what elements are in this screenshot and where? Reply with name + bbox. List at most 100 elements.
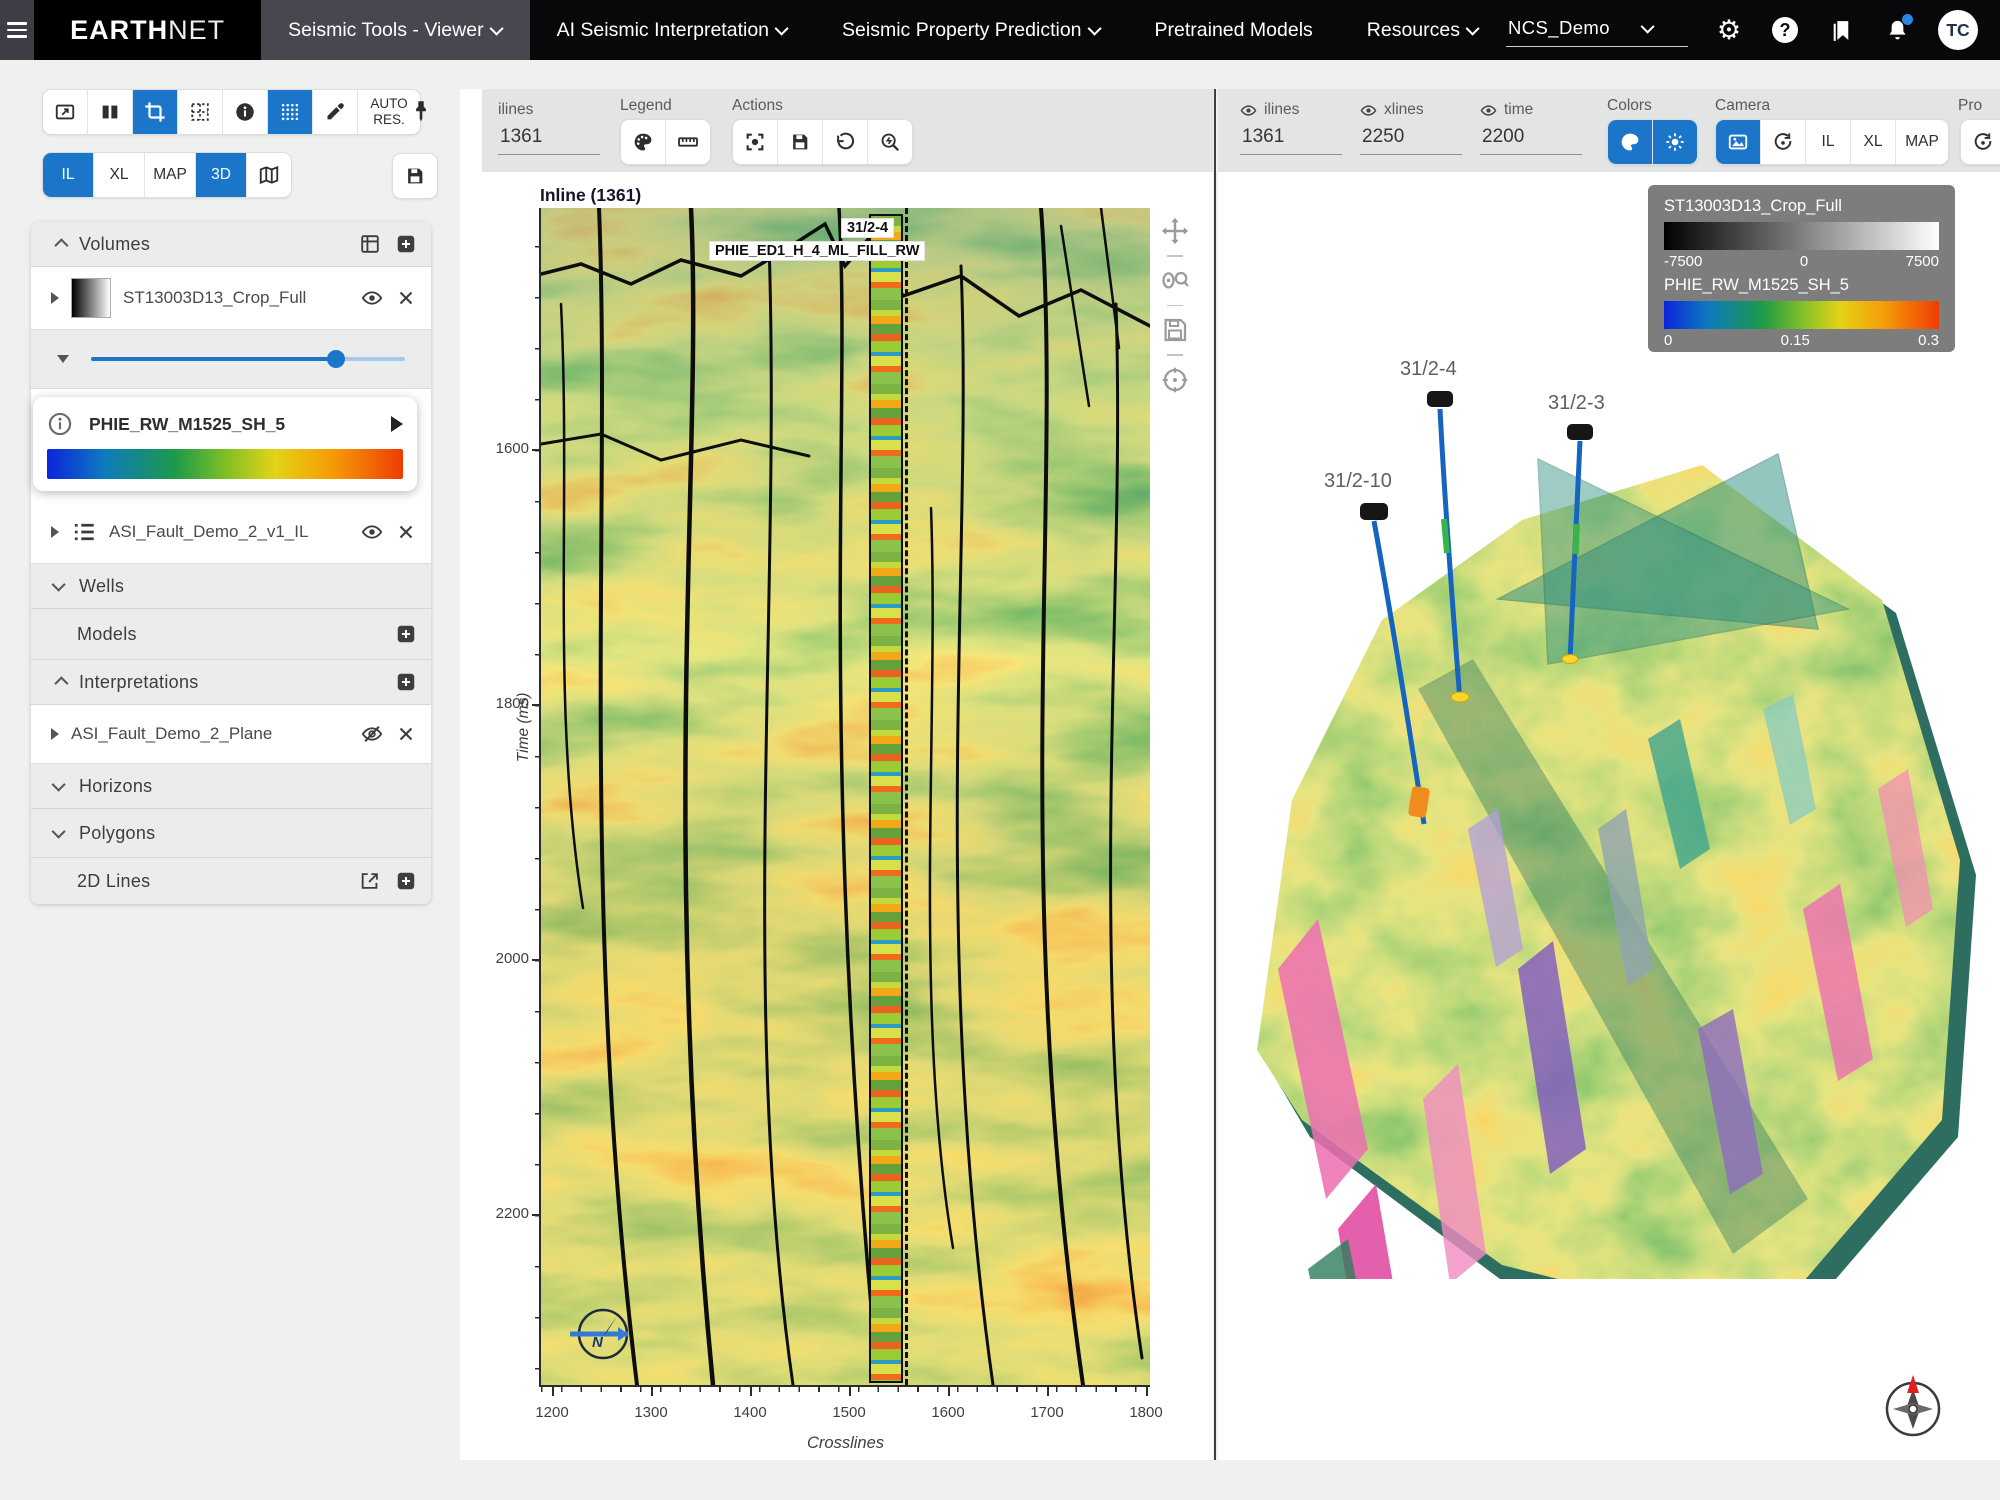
section-header-2d-lines[interactable]: 2D Lines — [31, 858, 431, 904]
visibility-toggle[interactable] — [361, 287, 383, 309]
eye-icon — [1240, 102, 1257, 119]
ilines-label: ilines — [1264, 101, 1299, 119]
save-session-button[interactable] — [393, 154, 437, 198]
pin-panel-button[interactable] — [408, 98, 434, 129]
nav-item-seismic-property-prediction[interactable]: Seismic Property Prediction — [815, 0, 1128, 60]
plus-square-icon — [395, 870, 417, 892]
nav-item-resources[interactable]: Resources — [1340, 0, 1506, 60]
panel-divider[interactable] — [1214, 89, 1216, 1460]
add-interpretation-button[interactable] — [395, 671, 417, 693]
pan-move-icon[interactable] — [1160, 216, 1190, 246]
orbit-rotate-icon — [1772, 131, 1794, 153]
user-avatar[interactable]: TC — [1938, 10, 1978, 50]
undo-button[interactable] — [823, 120, 868, 164]
compass-3d[interactable] — [1878, 1371, 1948, 1441]
time-input[interactable]: 2200 — [1480, 126, 1582, 155]
volume-row-fault[interactable]: ASI_Fault_Demo_2_v1_IL — [31, 501, 431, 564]
time-label: time — [1504, 101, 1533, 119]
expand-caret-icon[interactable] — [51, 728, 59, 740]
scale-legend-button[interactable] — [666, 120, 710, 164]
clipped-tool-button[interactable] — [1961, 120, 2000, 164]
settings-button[interactable]: ⚙ — [1714, 15, 1744, 45]
nav-item-label: AI Seismic Interpretation — [557, 19, 769, 42]
opacity-slider[interactable] — [91, 347, 405, 371]
fit-screen-button[interactable] — [43, 90, 88, 134]
visibility-toggle[interactable] — [361, 521, 383, 543]
add-model-button[interactable] — [395, 623, 417, 645]
camera-map-button[interactable]: MAP — [1896, 120, 1948, 164]
scene-3d[interactable] — [1218, 269, 2000, 1279]
seismic-image[interactable] — [541, 208, 1150, 1385]
inline-header-band: ilines 1361 Legend Actions — [482, 89, 1213, 172]
ilines-input[interactable]: 1361 — [1240, 126, 1342, 155]
orbit-camera-button[interactable] — [1761, 120, 1806, 164]
volumes-table-button[interactable] — [359, 233, 381, 255]
well-log-track[interactable] — [869, 214, 903, 1383]
grid-toggle-button[interactable] — [178, 90, 223, 134]
info-button[interactable] — [223, 90, 268, 134]
open-2d-lines-button[interactable] — [359, 870, 381, 892]
camera-il-button[interactable]: IL — [1806, 120, 1851, 164]
center-view-button[interactable] — [733, 120, 778, 164]
remove-interpretation-button[interactable] — [395, 723, 417, 745]
section-header-volumes[interactable]: Volumes — [31, 222, 431, 267]
camera-xl-button[interactable]: XL — [1851, 120, 1896, 164]
view-mode-xl-button[interactable]: XL — [94, 153, 145, 197]
chevron-down-icon — [52, 578, 66, 592]
colormap-3d-button[interactable] — [1608, 120, 1653, 164]
section-header-wells[interactable]: Wells — [31, 564, 431, 609]
add-2d-line-button[interactable] — [395, 870, 417, 892]
documentation-button[interactable] — [1826, 15, 1856, 45]
help-button[interactable]: ? — [1770, 15, 1800, 45]
help-icon: ? — [1772, 17, 1798, 43]
grayscale-colormap-thumbnail[interactable] — [71, 278, 111, 318]
view-mode-il-button[interactable]: IL — [43, 153, 94, 197]
section-header-horizons[interactable]: Horizons — [31, 764, 431, 809]
snapshot-button[interactable] — [1716, 120, 1761, 164]
notifications-button[interactable] — [1882, 15, 1912, 45]
nav-item-seismic-tools-viewer[interactable]: Seismic Tools - Viewer — [261, 0, 529, 60]
colormap-legend-button[interactable] — [621, 120, 666, 164]
view-mode-map-button[interactable]: MAP — [145, 153, 196, 197]
add-volume-button[interactable] — [395, 233, 417, 255]
expand-caret-icon[interactable] — [51, 526, 59, 538]
legend-property-mid: 0.15 — [1781, 332, 1810, 349]
remove-volume-button[interactable] — [395, 287, 417, 309]
basemap-button[interactable] — [247, 153, 291, 197]
crop-button[interactable] — [133, 90, 178, 134]
section-header-polygons[interactable]: Polygons — [31, 809, 431, 858]
ilines-input[interactable]: 1361 — [498, 126, 600, 155]
interpretation-row-fault-plane[interactable]: ASI_Fault_Demo_2_Plane — [31, 705, 431, 764]
section-header-models[interactable]: Models — [31, 609, 431, 660]
probe-picker-button[interactable] — [313, 90, 358, 134]
view-mode-3d-button[interactable]: 3D — [196, 153, 247, 197]
resolution-dots-button[interactable] — [268, 90, 313, 134]
reset-zoom-button[interactable] — [868, 120, 912, 164]
save-view-icon[interactable] — [1160, 315, 1190, 345]
nav-item-ai-seismic-interpretation[interactable]: AI Seismic Interpretation — [530, 0, 815, 60]
seismic-inline-plot[interactable]: 31/2-4 PHIE_ED1_H_4_ML_FILL_RW 1600 1800… — [539, 208, 1150, 1387]
section-header-interpretations[interactable]: Interpretations — [31, 660, 431, 705]
eye-icon — [1360, 102, 1377, 119]
colormap-info-button[interactable] — [47, 411, 73, 437]
expand-right-icon[interactable] — [391, 416, 403, 432]
slider-thumb[interactable] — [327, 350, 345, 368]
visibility-toggle-off[interactable] — [361, 723, 383, 745]
xlines-input[interactable]: 2250 — [1360, 126, 1462, 155]
collapse-caret-icon[interactable] — [57, 355, 69, 363]
hamburger-menu-button[interactable] — [0, 0, 34, 60]
locate-target-icon[interactable] — [1160, 365, 1190, 395]
remove-volume-button[interactable] — [395, 521, 417, 543]
save-image-button[interactable] — [778, 120, 823, 164]
volume-row-seismic[interactable]: ST13003D13_Crop_Full — [31, 267, 431, 330]
lighting-button[interactable] — [1653, 120, 1697, 164]
expand-caret-icon[interactable] — [51, 292, 59, 304]
zoom-in-out-icon[interactable] — [1160, 266, 1190, 296]
colormap-name: PHIE_RW_M1525_SH_5 — [89, 414, 375, 435]
app-logo[interactable]: EARTHNET — [34, 0, 261, 60]
workspace-selector[interactable]: NCS_Demo — [1506, 13, 1688, 47]
nav-item-pretrained-models[interactable]: Pretrained Models — [1128, 0, 1340, 60]
rainbow-colormap-bar[interactable] — [47, 449, 403, 479]
split-view-button[interactable] — [88, 90, 133, 134]
save-icon — [789, 131, 811, 153]
